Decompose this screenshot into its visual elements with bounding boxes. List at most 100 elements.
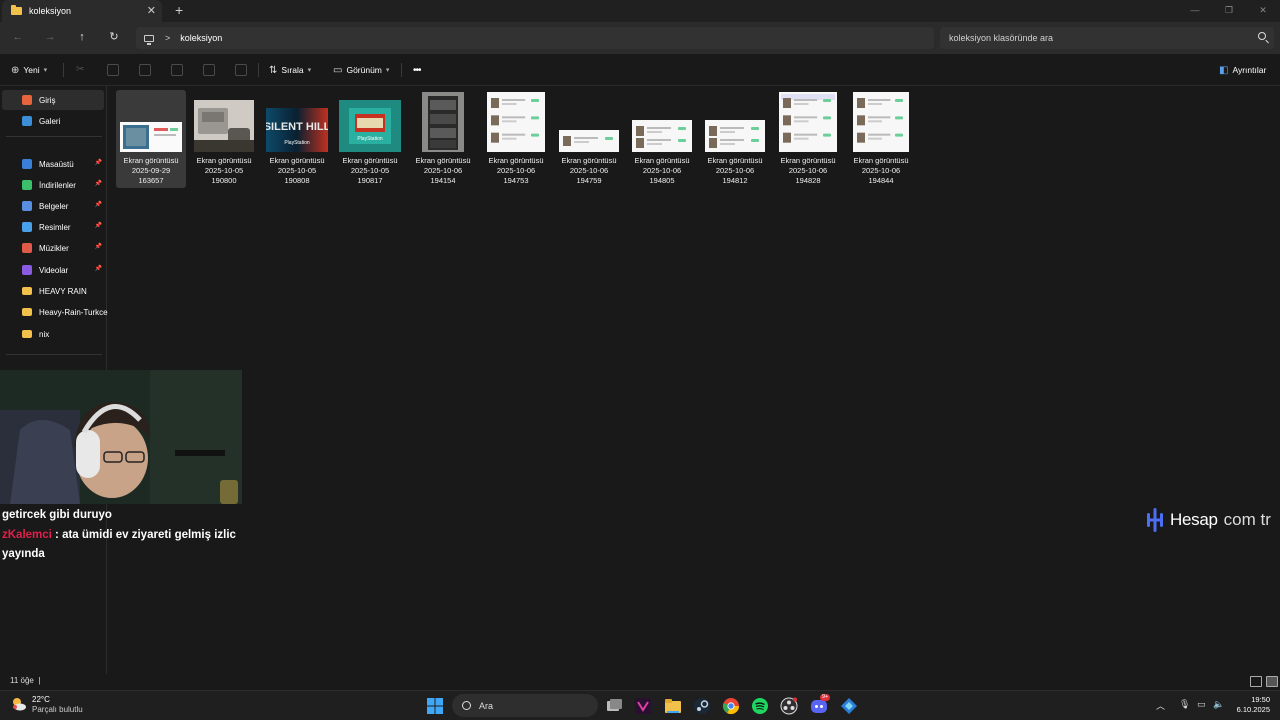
details-button[interactable]: ◧ Ayrıntılar: [1219, 54, 1266, 86]
file-name-line: 2025-10-06: [642, 166, 682, 175]
sidebar-item-müzikler[interactable]: Müzikler 📌: [2, 238, 104, 258]
file-name-line: 194759: [576, 176, 602, 185]
forward-arrow-icon[interactable]: →: [42, 29, 58, 45]
clock-time: 19:50: [1251, 695, 1270, 704]
back-arrow-icon[interactable]: ←: [10, 29, 26, 45]
steam-icon[interactable]: [693, 697, 711, 715]
taskbar-search[interactable]: Ara: [452, 694, 598, 717]
close-window-button[interactable]: ✕: [1246, 0, 1280, 22]
svg-text:PlayStation: PlayStation: [357, 136, 383, 142]
copy-icon[interactable]: [107, 64, 119, 76]
view-button[interactable]: ▭ Görünüm ▾: [333, 54, 389, 86]
stream-chat: getircek gibi duruyo zKalemci : ata ümid…: [2, 506, 252, 565]
sidebar-item-galeri[interactable]: Galeri: [2, 111, 104, 131]
share-icon[interactable]: [203, 64, 215, 76]
new-label: Yeni: [23, 65, 40, 75]
details-label: Ayrıntılar: [1232, 65, 1267, 75]
file-name-line: Ekran görüntüsü: [342, 156, 398, 165]
file-item[interactable]: Ekran görüntüsü 2025-10-06 194844: [846, 90, 916, 188]
taskbar-search-placeholder: Ara: [479, 700, 494, 711]
file-item[interactable]: PlayStation Ekran görüntüsü 2025-10-05 1908…: [335, 90, 405, 188]
videos-icon: [22, 265, 32, 275]
system-clock[interactable]: 19:50 6.10.2025: [1237, 695, 1270, 715]
file-name-line: 190817: [357, 176, 383, 185]
obs-studio-icon[interactable]: [780, 697, 798, 715]
tab-close-button[interactable]: ✕: [147, 4, 156, 17]
minimize-button[interactable]: —: [1178, 0, 1212, 22]
sidebar-item-label: Belgeler: [39, 201, 69, 211]
rename-icon[interactable]: [171, 64, 183, 76]
taskbar: 22°C Parçalı bulutlu Ara 9+ ︿ 🎙 ▭ 🔈 19:5…: [0, 690, 1280, 720]
details-view-icon[interactable]: [1250, 676, 1262, 687]
cut-icon[interactable]: ✂: [76, 64, 88, 76]
svg-text:PlayStation: PlayStation: [284, 140, 310, 146]
large-icons-view-icon[interactable]: [1266, 676, 1278, 687]
file-item[interactable]: Ekran görüntüsü 2025-09-29 163657: [116, 90, 186, 188]
file-name-line: 2025-10-06: [569, 166, 609, 175]
file-item[interactable]: Ekran görüntüsü 2025-10-06 194828: [773, 90, 843, 188]
spotify-icon[interactable]: [751, 697, 769, 715]
microphone-icon[interactable]: 🎙: [1179, 699, 1190, 710]
new-button[interactable]: ⊕ Yeni ▾: [11, 54, 47, 86]
breadcrumb-koleksiyon[interactable]: koleksiyon: [180, 33, 222, 43]
search-input[interactable]: koleksiyon klasöründe ara: [940, 27, 1274, 49]
pin-icon: 📌: [94, 202, 102, 208]
file-item[interactable]: Ekran görüntüsü 2025-10-06 194759: [554, 90, 624, 188]
sidebar-item-masaüstü[interactable]: Masaüstü 📌: [2, 154, 104, 174]
chrome-icon[interactable]: [722, 697, 740, 715]
file-thumbnail: [194, 100, 254, 152]
file-name-line: 194844: [868, 176, 894, 185]
paste-icon[interactable]: [139, 64, 151, 76]
file-name-line: 194753: [503, 176, 529, 185]
file-item[interactable]: Ekran görüntüsü 2025-10-06 194154: [408, 90, 478, 188]
file-item[interactable]: Ekran görüntüsü 2025-10-06 194805: [627, 90, 697, 188]
sidebar-item-videolar[interactable]: Videolar 📌: [2, 260, 104, 280]
show-hidden-icons-chevron[interactable]: ︿: [1156, 699, 1165, 712]
more-options-button[interactable]: •••: [413, 54, 421, 86]
file-name: Ekran görüntüsü 2025-10-06 194154: [408, 156, 478, 186]
task-view-icon[interactable]: [605, 697, 623, 715]
file-name-line: 2025-10-06: [715, 166, 755, 175]
divider: [258, 63, 259, 77]
volume-icon[interactable]: 🔈: [1213, 699, 1224, 710]
item-count: 11 öğe |: [10, 676, 40, 685]
file-thumbnail: [120, 122, 182, 152]
windows-start-icon[interactable]: [426, 697, 444, 715]
file-explorer-icon[interactable]: [664, 697, 682, 715]
sidebar-item-label: HEAVY RAIN: [39, 286, 87, 296]
temperature: 22°C: [32, 695, 50, 704]
desktop-icon: [22, 159, 32, 169]
davinci-resolve-icon[interactable]: [634, 697, 652, 715]
sidebar-item-nix[interactable]: nix: [2, 324, 104, 344]
sort-icon: ⇅: [269, 64, 278, 76]
app-launcher-icon[interactable]: [840, 697, 858, 715]
partly-cloudy-icon: [13, 698, 26, 711]
refresh-icon[interactable]: ↻: [106, 29, 122, 45]
network-icon[interactable]: ▭: [1197, 699, 1206, 710]
sidebar-item-belgeler[interactable]: Belgeler 📌: [2, 196, 104, 216]
sidebar-item-i-ndirilenler[interactable]: İndirilenler 📌: [2, 175, 104, 195]
tab-koleksiyon[interactable]: koleksiyon ✕: [2, 0, 162, 22]
file-thumbnail: [632, 120, 692, 152]
chevron-right-icon[interactable]: >: [165, 33, 170, 43]
file-item[interactable]: Ekran görüntüsü 2025-10-06 194812: [700, 90, 770, 188]
address-bar[interactable]: > koleksiyon: [136, 27, 934, 49]
delete-icon[interactable]: [235, 64, 247, 76]
new-tab-button[interactable]: +: [175, 2, 183, 18]
sidebar-item-giriş[interactable]: Giriş: [2, 90, 104, 110]
maximize-button[interactable]: ❐: [1212, 0, 1246, 22]
sidebar-item-resimler[interactable]: Resimler 📌: [2, 217, 104, 237]
file-item[interactable]: Ekran görüntüsü 2025-10-05 190800: [189, 90, 259, 188]
file-thumbnail: PlayStation: [339, 100, 401, 152]
chevron-down-icon: ▾: [307, 67, 312, 74]
download-icon: [22, 180, 32, 190]
sidebar-item-heavy-rain[interactable]: HEAVY RAIN: [2, 281, 104, 301]
file-item[interactable]: SILENT HILL PlayStation Ekran görüntüsü 202…: [262, 90, 332, 188]
folder-icon: [22, 308, 32, 316]
sidebar-item-label: Heavy-Rain-Turkce: [39, 307, 108, 317]
file-item[interactable]: Ekran görüntüsü 2025-10-06 194753: [481, 90, 551, 188]
up-arrow-icon[interactable]: ↑: [74, 29, 90, 45]
sidebar-item-heavy-rain-turkce[interactable]: Heavy-Rain-Turkce: [2, 302, 108, 322]
sort-button[interactable]: ⇅ Sırala ▾: [269, 54, 311, 86]
weather-widget[interactable]: 22°C Parçalı bulutlu: [10, 695, 83, 715]
